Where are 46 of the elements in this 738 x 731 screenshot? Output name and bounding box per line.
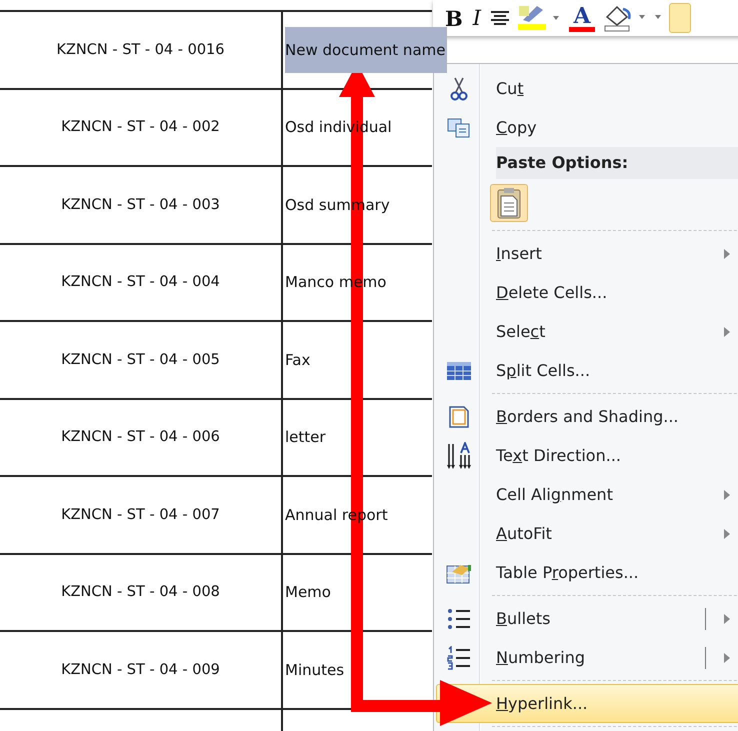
- submenu-arrow-icon: [723, 652, 731, 664]
- table-cell: KZNCN - ST - 04 - 002: [0, 90, 283, 165]
- highlighter-icon[interactable]: [517, 4, 562, 32]
- center-align-icon[interactable]: [489, 8, 512, 28]
- menu-item[interactable]: Text Direction...: [436, 436, 738, 475]
- table-cell: KZNCN - ST - 04 - 0016: [0, 12, 283, 88]
- table-cell-text: Memo: [285, 582, 331, 604]
- menu-item[interactable]: Cell Alignment: [436, 475, 738, 514]
- menu-item[interactable]: Table Properties...: [436, 553, 738, 592]
- submenu-arrow-icon: [723, 613, 731, 625]
- paste-button[interactable]: [490, 184, 528, 222]
- table-cell: KZNCN - ST - 04 - 005: [0, 322, 283, 398]
- table-cell: KZNCN - ST - 04 - 003: [0, 167, 283, 242]
- scissors-icon: [450, 76, 468, 100]
- menu-item[interactable]: Insert: [436, 234, 738, 273]
- table-cell: KZNCN - ST - 04 - 007: [0, 477, 283, 552]
- table-cell-text: New document name: [285, 26, 448, 73]
- submenu-arrow-icon: [723, 248, 731, 260]
- table-cell-text: letter: [285, 427, 326, 448]
- paint-bucket-icon[interactable]: [603, 3, 664, 33]
- numbered-list-icon: [447, 646, 471, 670]
- table-cell: KZNCN - ST - 04 - 008: [0, 554, 283, 630]
- font-color-button[interactable]: A: [567, 4, 598, 32]
- copy-icon: [447, 118, 471, 138]
- menu-item[interactable]: Split Cells...: [436, 351, 738, 390]
- menu-item[interactable]: Hyperlink...: [436, 684, 738, 723]
- menu-item[interactable]: AutoFit: [436, 514, 738, 553]
- table-cell: KZNCN - ST - 04 - 009: [0, 632, 283, 708]
- table-grid-icon: [446, 360, 472, 380]
- table-cell-text: Fax: [285, 350, 310, 371]
- italic-button[interactable]: I: [470, 6, 484, 30]
- menu-item[interactable]: Borders and Shading...: [436, 397, 738, 436]
- menu-item[interactable]: Select: [436, 312, 738, 351]
- submenu-arrow-icon: [723, 326, 731, 338]
- submenu-arrow-icon: [723, 528, 731, 540]
- table-cell: KZNCN - ST - 04 - 006: [0, 400, 283, 475]
- menu-item[interactable]: Bullets: [436, 599, 738, 638]
- page-border-icon: [448, 404, 470, 428]
- menu-item[interactable]: Copy: [436, 108, 738, 147]
- submenu-arrow-icon: [723, 489, 731, 501]
- menu-item[interactable]: Delete Cells...: [436, 273, 738, 312]
- table-cell: KZNCN - ST - 04 - 004: [0, 244, 283, 320]
- bulleted-list-icon: [447, 608, 471, 630]
- menu-item[interactable]: Numbering: [436, 638, 738, 677]
- text-direction-icon: [447, 442, 471, 470]
- table-cell-text: Minutes: [285, 660, 344, 681]
